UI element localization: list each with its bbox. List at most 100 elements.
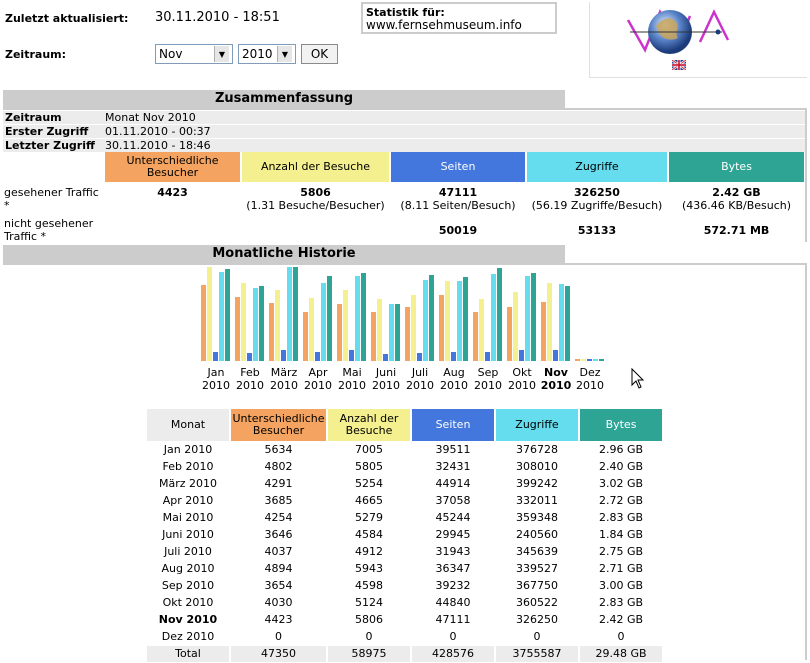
unseen-traffic-label: nicht gesehener Traffic * xyxy=(4,217,94,243)
bar-hits xyxy=(457,281,462,361)
seen-hits-cell: 326250 (56.19 Zugriffe/Besuch) xyxy=(527,186,667,212)
chart-month-label: Sep 2010 xyxy=(469,366,507,392)
table-row: Juli 2010 4037 4912 31943 345639 2.75 GB xyxy=(147,544,662,560)
history-cell-bytes: 2.75 GB xyxy=(598,545,644,558)
history-cell-visits: 0 xyxy=(365,630,373,643)
chart-month-year: 2010 xyxy=(338,379,366,392)
unseen-hits: 53133 xyxy=(577,224,617,237)
bar-visits xyxy=(275,290,280,361)
bar-bytes xyxy=(531,273,536,361)
bar-bytes xyxy=(497,268,502,361)
bar-visitors xyxy=(405,307,410,361)
seen-visits-sub: (1.31 Besuche/Besucher) xyxy=(246,199,385,212)
chart-month-label: Apr 2010 xyxy=(299,366,337,392)
history-cell-visitors: 4037 xyxy=(264,545,293,558)
bar-pages xyxy=(349,350,354,361)
history-cell-month: Juli 2010 xyxy=(164,545,212,558)
chart-month-name: Mai xyxy=(342,366,362,379)
summary-last-row: Letzter Zugriff 30.11.2010 - 18:46 xyxy=(3,139,805,152)
history-cell-hits: 367750 xyxy=(516,579,558,592)
history-cell-bytes: 0 xyxy=(617,630,625,643)
chart-month-label: Nov 2010 xyxy=(537,366,575,392)
seen-traffic-label: gesehener Traffic * xyxy=(4,186,99,212)
history-cell-visitors: 4423 xyxy=(264,613,293,626)
history-table: Monat Unterschiedliche Besucher Anzahl d… xyxy=(145,408,664,663)
history-cell-month: Sep 2010 xyxy=(161,579,215,592)
bar-bytes xyxy=(327,276,332,361)
history-cell-bytes: 2.71 GB xyxy=(598,562,644,575)
bar-pages xyxy=(315,352,320,361)
bar-visitors xyxy=(235,297,240,361)
history-cell-pages: 0 xyxy=(449,630,457,643)
summary-first-value: 01.11.2010 - 00:37 xyxy=(105,125,211,138)
history-cell-visits: 5805 xyxy=(355,460,383,473)
chart-month-year: 2010 xyxy=(406,379,434,392)
bar-visitors xyxy=(201,285,206,361)
history-cell-hits: 376728 xyxy=(516,443,558,456)
bar-visits xyxy=(241,283,246,361)
bar-visits xyxy=(479,299,484,361)
history-col-hits: Zugriffe xyxy=(496,409,578,441)
history-cell-pages: 32431 xyxy=(435,460,471,473)
month-select[interactable]: Nov ▼ xyxy=(155,44,233,64)
history-cell-visits: 4912 xyxy=(355,545,383,558)
bar-visitors xyxy=(303,312,308,361)
summary-col-hits: Zugriffe xyxy=(527,152,667,182)
chart-month-name: Apr xyxy=(308,366,328,379)
summary-first-row: Erster Zugriff 01.11.2010 - 00:37 xyxy=(3,125,805,138)
chart-month-year: 2010 xyxy=(508,379,536,392)
bar-hits xyxy=(525,276,530,361)
chevron-down-icon[interactable]: ▼ xyxy=(214,46,229,62)
summary-first-label: Erster Zugriff xyxy=(5,125,89,138)
history-cell-month: Nov 2010 xyxy=(158,613,218,626)
bar-visits xyxy=(207,267,212,361)
history-cell-month: Mai 2010 xyxy=(162,511,214,524)
mouse-cursor-icon xyxy=(631,368,645,389)
summary-col-visitors: Unterschiedliche Besucher xyxy=(105,152,240,182)
stats-for-box: Statistik für: www.fernsehmuseum.info xyxy=(361,2,557,34)
history-cell-visitors: 4254 xyxy=(264,511,293,524)
history-cell-pages: 44914 xyxy=(435,477,471,490)
bar-bytes xyxy=(293,267,298,361)
bar-hits xyxy=(219,272,224,361)
chart-month-label: März 2010 xyxy=(265,366,303,392)
history-cell-hits: 240560 xyxy=(516,528,558,541)
bar-visitors xyxy=(439,295,444,361)
summary-right-border xyxy=(805,108,807,242)
history-cell-visits: 5943 xyxy=(355,562,383,575)
history-cell-visitors: 4291 xyxy=(264,477,293,490)
bar-bytes xyxy=(565,286,570,361)
history-cell-bytes: 3.00 GB xyxy=(598,579,644,592)
history-cell-month: März 2010 xyxy=(158,477,218,490)
history-cell-visitors: 4802 xyxy=(264,460,293,473)
history-cell-visits: 4665 xyxy=(355,494,383,507)
table-row: Okt 2010 4030 5124 44840 360522 2.83 GB xyxy=(147,595,662,611)
history-cell-bytes: 2.83 GB xyxy=(598,511,644,524)
history-cell-visitors: 3646 xyxy=(264,528,293,541)
seen-pages-sub: (8.11 Seiten/Besuch) xyxy=(400,199,516,212)
bar-pages xyxy=(383,354,388,361)
history-cell-month: Dez 2010 xyxy=(161,630,215,643)
history-cell-bytes: 2.96 GB xyxy=(598,443,644,456)
summary-period-row: Zeitraum Monat Nov 2010 xyxy=(3,111,805,124)
unseen-pages: 50019 xyxy=(438,224,478,237)
chart-month-year: 2010 xyxy=(440,379,468,392)
history-cell-hits: 326250 xyxy=(516,613,558,626)
bar-visits xyxy=(343,290,348,361)
bar-pages xyxy=(213,352,218,361)
bar-visitors xyxy=(507,307,512,361)
ok-button[interactable]: OK xyxy=(301,44,338,64)
chart-month-year: 2010 xyxy=(236,379,264,392)
bar-bytes xyxy=(361,273,366,361)
summary-last-label: Letzter Zugriff xyxy=(5,139,95,152)
history-cell-bytes: 2.40 GB xyxy=(598,460,644,473)
history-cell-visits: 5806 xyxy=(355,613,383,626)
language-flag-uk-icon[interactable] xyxy=(671,59,687,71)
chevron-down-icon[interactable]: ▼ xyxy=(277,46,292,62)
bar-bytes xyxy=(599,359,604,361)
chart-month-year: 2010 xyxy=(474,379,502,392)
history-rule xyxy=(3,263,807,265)
bar-visits xyxy=(309,298,314,361)
year-select[interactable]: 2010 ▼ xyxy=(238,44,296,64)
history-cell-month: Okt 2010 xyxy=(162,596,214,609)
